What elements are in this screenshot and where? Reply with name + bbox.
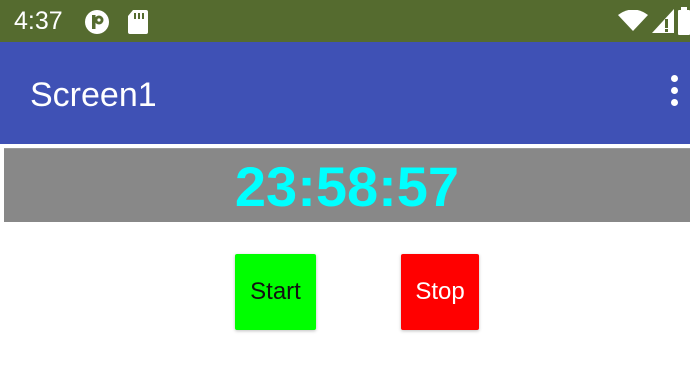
- app-screen: 4:37 Screen1 23:58:57 Start Stop: [0, 0, 690, 389]
- app-title: Screen1: [30, 76, 157, 114]
- cell-signal-icon: [652, 9, 674, 38]
- app-bar: Screen1: [0, 42, 690, 144]
- notification-p-icon: [84, 9, 110, 40]
- start-button[interactable]: Start: [235, 254, 316, 330]
- clock-time-label: 23:58:57: [234, 155, 460, 218]
- clock-display: 23:58:57: [4, 148, 690, 222]
- battery-icon: [678, 7, 690, 40]
- sd-card-icon: [127, 9, 149, 40]
- wifi-icon: [618, 9, 648, 37]
- overflow-menu-icon[interactable]: [668, 75, 680, 111]
- stop-button[interactable]: Stop: [401, 254, 479, 330]
- status-time: 4:37: [14, 7, 63, 35]
- status-bar: 4:37: [0, 0, 690, 42]
